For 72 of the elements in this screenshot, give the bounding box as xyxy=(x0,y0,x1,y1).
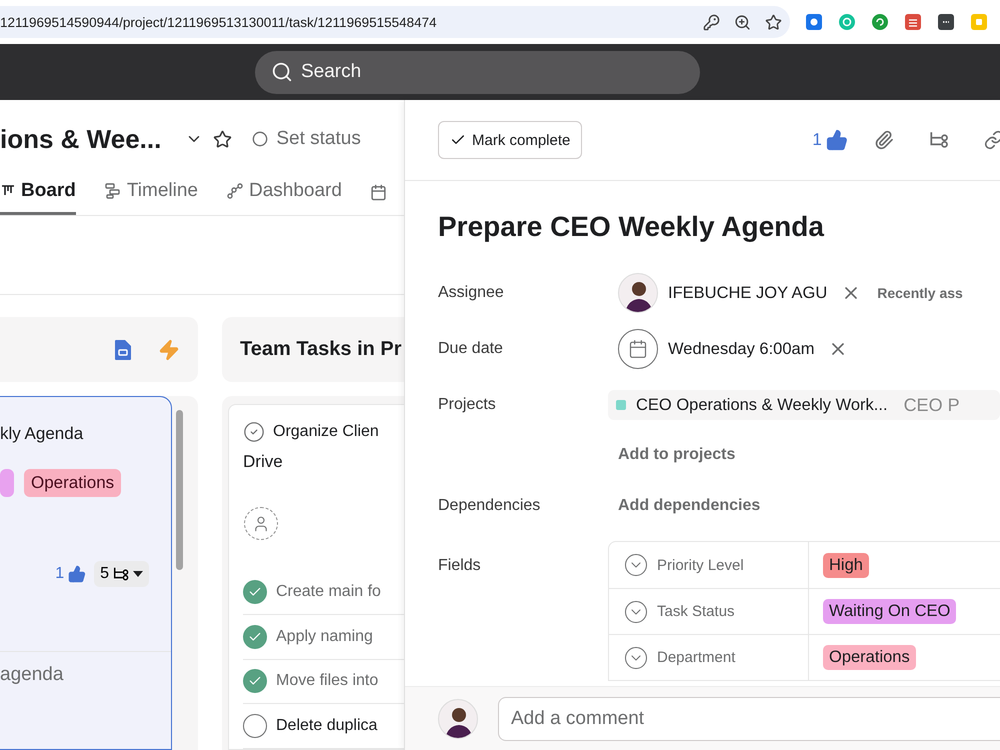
subtask-title: Create main fo xyxy=(276,582,381,601)
check-icon[interactable] xyxy=(243,624,267,649)
document-icon[interactable] xyxy=(114,338,132,360)
timeline-icon xyxy=(104,182,122,200)
dashboard-icon xyxy=(226,182,244,200)
avatar xyxy=(438,698,478,738)
check-icon[interactable] xyxy=(243,714,267,738)
column-title: Team Tasks in Pr xyxy=(240,338,402,361)
search-field[interactable]: Search xyxy=(255,50,700,94)
field-label: Fields xyxy=(438,556,482,575)
check-icon[interactable] xyxy=(243,580,267,604)
view-tab[interactable]: Board xyxy=(0,170,76,215)
search-icon xyxy=(271,61,293,83)
card-title: kly Agenda xyxy=(0,423,84,445)
calendar-icon[interactable] xyxy=(370,184,387,201)
task-title: Prepare CEO Weekly Agenda xyxy=(438,211,826,243)
subtask-toggle[interactable]: 5 xyxy=(94,561,149,587)
link-icon[interactable] xyxy=(984,130,1000,150)
field-label: Projects xyxy=(438,396,497,414)
set-status-button[interactable]: Set status xyxy=(252,128,361,150)
project-name: CEO Operations & Weekly Work... xyxy=(636,396,888,414)
card-title: Organize Clien xyxy=(273,422,379,442)
dropdown-icon[interactable] xyxy=(625,554,647,576)
search-placeholder: Search xyxy=(301,61,362,83)
dropdown-icon[interactable] xyxy=(625,646,647,668)
unassigned-avatar[interactable] xyxy=(244,507,278,540)
field-label: Assignee xyxy=(438,284,505,302)
view-tab[interactable]: Dashboard xyxy=(226,170,342,215)
field-value-tag[interactable]: High xyxy=(823,552,869,578)
extension-icon[interactable] xyxy=(938,14,954,30)
project-pill[interactable]: CEO Operations & Weekly Work... CEO P xyxy=(608,390,1000,420)
tag: Operations xyxy=(24,469,122,497)
avatar xyxy=(618,273,658,313)
caret-icon xyxy=(133,570,143,578)
circle-icon xyxy=(252,131,268,147)
url-text: 1211969514590944/project/1211969513130011/task/1211969515548474 xyxy=(0,14,438,30)
scrollbar[interactable] xyxy=(176,410,183,570)
field-name: Department xyxy=(657,649,736,666)
star-icon[interactable] xyxy=(213,130,232,148)
assignee-name[interactable]: IFEBUCHE JOY AGU xyxy=(668,284,828,302)
field-value-tag[interactable]: Waiting On CEO xyxy=(823,599,956,624)
attachment-icon[interactable] xyxy=(874,130,894,150)
view-tab[interactable]: Timeline xyxy=(104,170,198,215)
field-label: Due date xyxy=(438,340,504,358)
recent-assignees-text: Recently ass xyxy=(877,285,963,301)
subtask-title: Apply naming xyxy=(276,628,373,646)
bookmark-star-icon[interactable] xyxy=(765,14,782,30)
subtask-row[interactable]: agenda xyxy=(0,651,171,698)
subtask-icon xyxy=(112,565,130,583)
zoom-icon[interactable] xyxy=(734,14,751,30)
dropdown-icon[interactable] xyxy=(625,600,647,622)
card-title: Drive xyxy=(243,451,284,473)
calendar-icon[interactable] xyxy=(618,329,658,369)
address-bar[interactable]: 1211969514590944/project/1211969513130011/task/1211969515548474 xyxy=(0,6,790,38)
mark-complete-button[interactable]: Mark complete xyxy=(438,121,582,159)
add-dependencies-link[interactable]: Add dependencies xyxy=(618,497,760,515)
check-icon[interactable] xyxy=(243,669,267,694)
field-name: Task Status xyxy=(657,603,735,620)
due-date[interactable]: Wednesday 6:00am xyxy=(668,340,814,358)
field-value-tag[interactable]: Operations xyxy=(823,645,916,670)
field-name: Priority Level xyxy=(657,556,744,574)
comment-field[interactable]: Add a comment xyxy=(498,696,1000,740)
task-card[interactable]: kly Agenda Operations 1 5 agenda xyxy=(0,396,172,750)
add-to-projects-link[interactable]: Add to projects xyxy=(618,446,736,464)
key-icon[interactable] xyxy=(703,14,720,30)
field-label: Dependencies xyxy=(438,497,542,515)
complete-check-icon[interactable] xyxy=(243,421,265,443)
extension-icon[interactable] xyxy=(806,14,822,30)
project-title: ions & Wee... xyxy=(0,124,162,154)
subtask-title: Move files into xyxy=(276,672,378,690)
subtask-title: Delete duplica xyxy=(276,717,378,736)
task-card[interactable]: Organize Clien Drive Create main fo Apply naming Move files into Delete duplica xyxy=(228,404,404,750)
